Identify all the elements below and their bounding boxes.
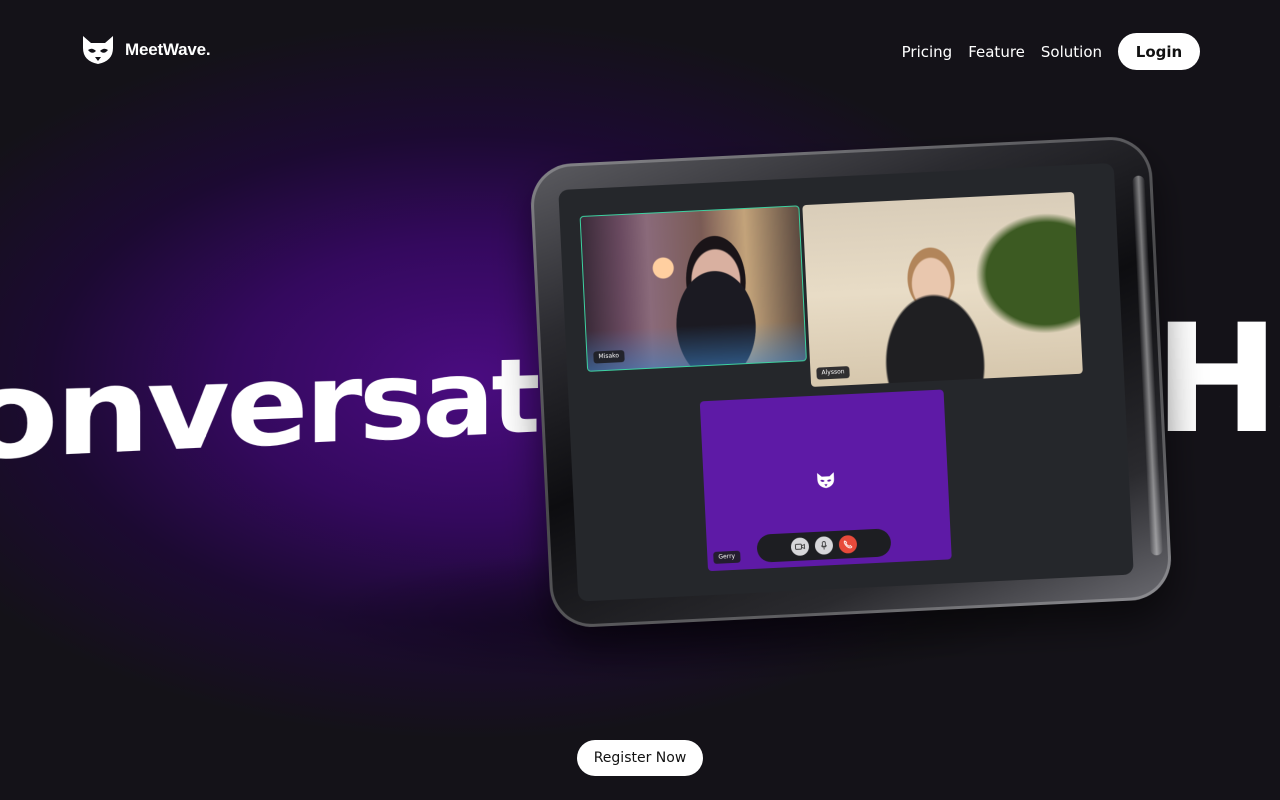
login-button[interactable]: Login bbox=[1118, 33, 1200, 70]
mic-toggle-button[interactable] bbox=[814, 536, 834, 555]
participant-name-label: Misako bbox=[593, 350, 625, 364]
tablet-mockup: Misako Alysson Gerry bbox=[529, 135, 1173, 629]
nav-link-feature[interactable]: Feature bbox=[968, 43, 1025, 61]
main-nav: Pricing Feature Solution Login bbox=[902, 33, 1200, 70]
video-call-screen: Misako Alysson Gerry bbox=[558, 162, 1134, 602]
hero-marquee-left: Conversati bbox=[0, 336, 569, 496]
camera-toggle-button[interactable] bbox=[790, 537, 810, 557]
hero-stage: Conversati Ha MeetWave. Pricing Feature … bbox=[0, 0, 1280, 800]
hero-marquee-right: Ha bbox=[1154, 305, 1280, 455]
cat-mask-icon bbox=[83, 36, 113, 64]
cat-mask-icon bbox=[817, 472, 835, 489]
video-camera-icon bbox=[794, 543, 806, 550]
brand-name: MeetWave. bbox=[125, 40, 211, 59]
site-header: MeetWave. Pricing Feature Solution Login bbox=[0, 0, 1280, 100]
participant-name-label: Alysson bbox=[816, 366, 850, 380]
end-call-icon bbox=[843, 540, 853, 549]
brand[interactable]: MeetWave. bbox=[80, 34, 211, 66]
nav-link-pricing[interactable]: Pricing bbox=[902, 43, 953, 61]
participant-name-label: Gerry bbox=[713, 550, 741, 564]
microphone-icon bbox=[820, 541, 828, 550]
video-tile-alysson[interactable]: Alysson bbox=[802, 191, 1083, 387]
nav-link-solution[interactable]: Solution bbox=[1041, 43, 1102, 61]
register-now-button[interactable]: Register Now bbox=[577, 740, 703, 776]
end-call-button[interactable] bbox=[838, 534, 858, 554]
video-tile-misako[interactable]: Misako bbox=[579, 205, 807, 372]
